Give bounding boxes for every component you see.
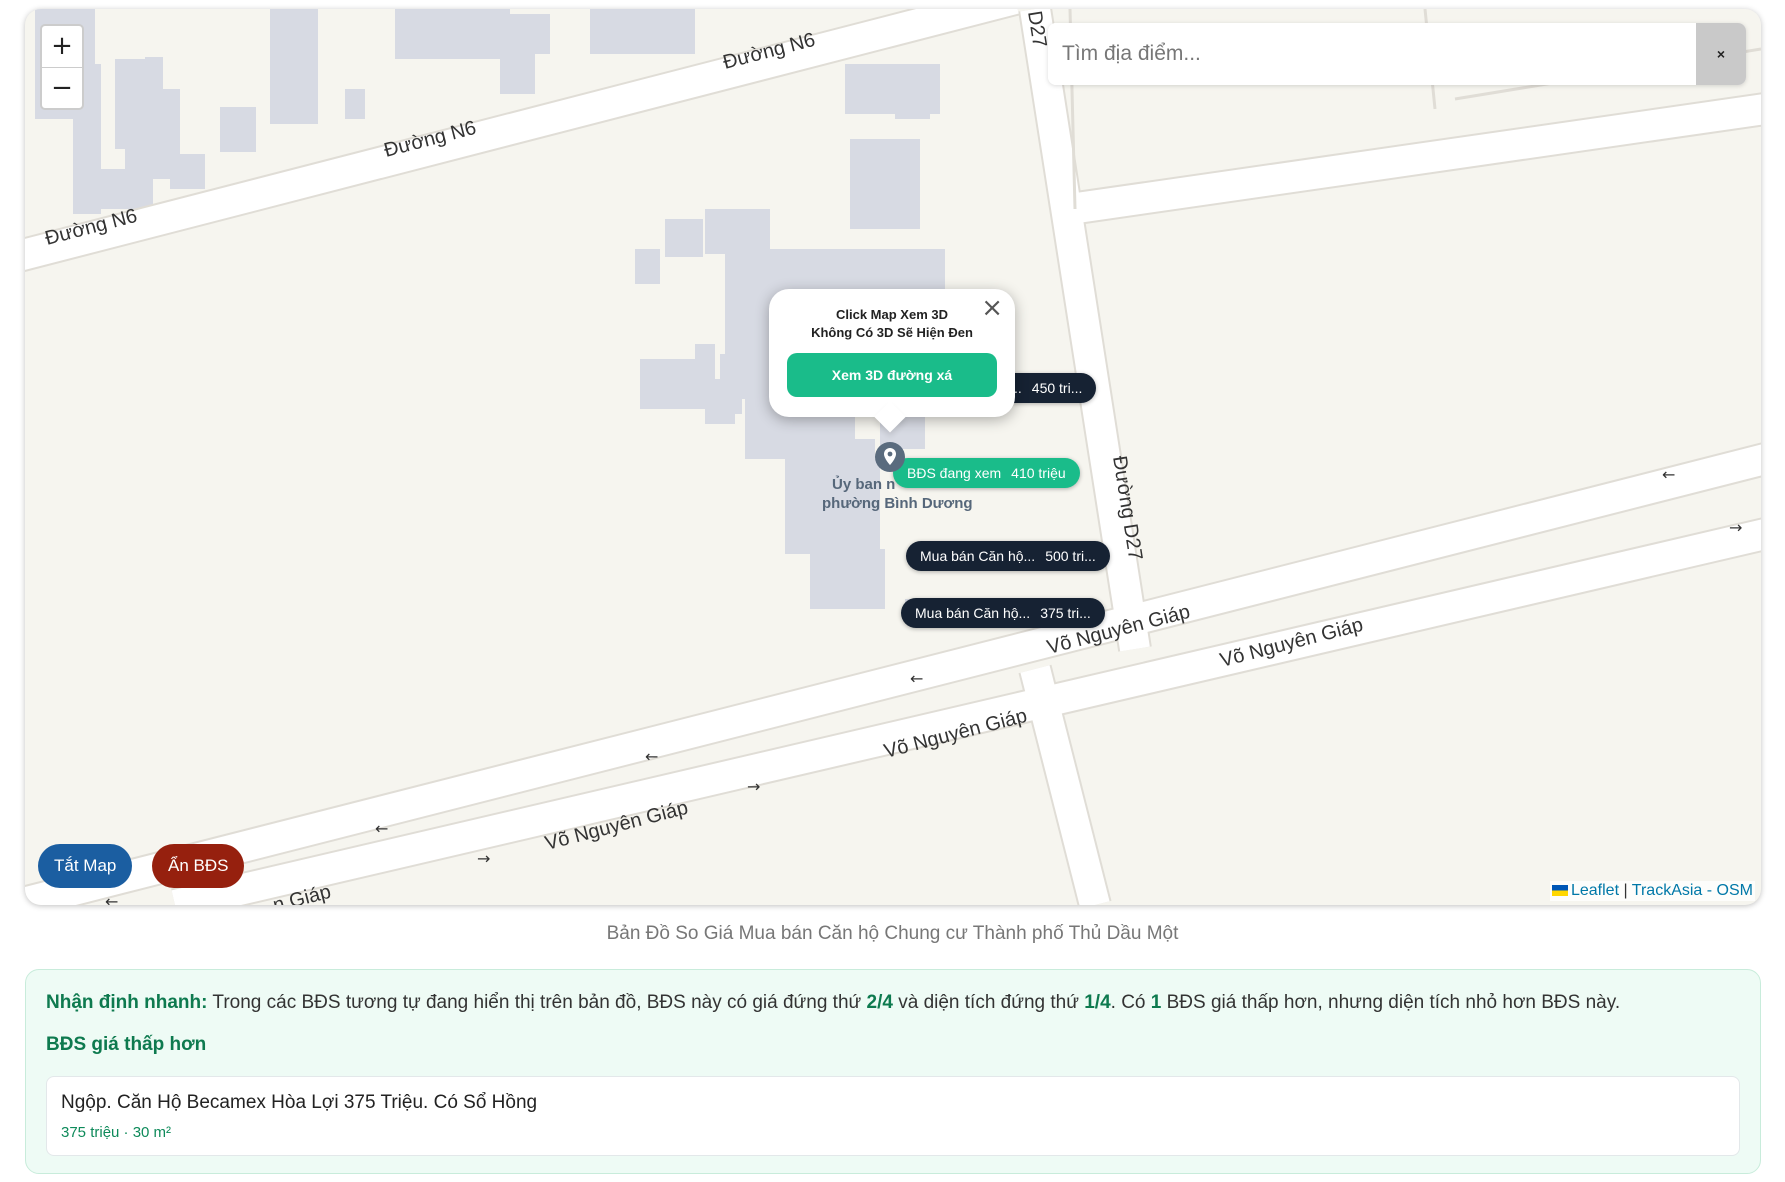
listing-title[interactable]: Ngộp. Căn Hộ Becamex Hòa Lợi 375 Triệu. … [61, 1092, 537, 1114]
search-box: × [1048, 23, 1746, 85]
quick-text: và diện tích đứng thứ [892, 992, 1085, 1013]
poi-label: phường Bình Dương [822, 495, 973, 512]
attribution-separator: | [1619, 882, 1632, 899]
listing-meta: 375 triệu · 30 m² [61, 1124, 172, 1141]
poi-label: Ủy ban n [832, 475, 895, 493]
svg-text:←: ← [105, 892, 118, 905]
svg-text:←: ← [375, 819, 388, 838]
marker-title: Mua bán Căn hộ... [915, 605, 1031, 621]
popup-text: Không Có 3D Sẽ Hiện Đen [811, 325, 973, 340]
ukraine-flag-icon [1551, 885, 1568, 897]
provider-link[interactable]: TrackAsia - OSM [1632, 882, 1753, 899]
quick-assessment-text: Nhận định nhanh: Trong các BĐS tương tự … [46, 992, 1620, 1014]
cheaper-count: 1 [1150, 992, 1162, 1013]
map-caption: Bản Đồ So Giá Mua bán Căn hộ Chung cư Th… [606, 923, 1179, 944]
popup-text: Click Map Xem 3D [836, 307, 948, 322]
leaflet-link[interactable]: Leaflet [1571, 882, 1619, 899]
marker-title: .. [1014, 380, 1022, 396]
search-input[interactable] [1048, 23, 1696, 85]
zoom-in-button[interactable]: + [42, 26, 82, 67]
price-marker[interactable]: Mua bán Căn hộ... 375 tri... [901, 598, 1105, 628]
cheaper-section-title: BĐS giá thấp hơn [46, 1034, 207, 1055]
marker-title: Mua bán Căn hộ... [920, 548, 1036, 564]
price-marker[interactable]: Mua bán Căn hộ... 500 tri... [906, 541, 1110, 571]
quick-text: Trong các BĐS tương tự đang hiển thị trê… [207, 992, 867, 1013]
quick-text: BĐS giá thấp hơn, nhưng diện tích nhỏ hơ… [1161, 992, 1621, 1013]
map[interactable]: ← → ← ← → ← → ← Đường N6 Đường N6 Đường … [25, 9, 1761, 905]
view-3d-button[interactable]: Xem 3D đường xá [787, 353, 997, 397]
svg-text:→: → [477, 849, 490, 868]
svg-text:←: ← [1662, 465, 1675, 484]
hide-listings-button[interactable]: Ẩn BĐS [152, 844, 245, 888]
area-rank: 1/4 [1084, 992, 1111, 1013]
toggle-map-button[interactable]: Tắt Map [38, 844, 133, 888]
search-clear-button[interactable]: × [1696, 23, 1746, 85]
price-rank: 2/4 [866, 992, 893, 1013]
zoom-out-button[interactable]: − [42, 67, 82, 108]
location-pin-icon[interactable] [874, 441, 906, 473]
marker-price: 450 tri... [1031, 380, 1083, 396]
price-marker-current[interactable]: BĐS đang xem 410 triệu [893, 458, 1080, 488]
svg-text:←: ← [645, 747, 658, 766]
listing-card[interactable]: Ngộp. Căn Hộ Becamex Hòa Lợi 375 Triệu. … [46, 1076, 1740, 1156]
zoom-control: + − [40, 24, 84, 110]
marker-price: 375 tri... [1040, 605, 1091, 621]
marker-title: BĐS đang xem [907, 465, 1002, 481]
attribution: Leaflet | TrackAsia - OSM [1549, 881, 1755, 901]
quick-text: . Có [1110, 992, 1151, 1013]
quick-assessment-panel: Nhận định nhanh: Trong các BĐS tương tự … [25, 969, 1761, 1174]
svg-text:→: → [1729, 518, 1742, 537]
quick-label: Nhận định nhanh: [46, 992, 208, 1013]
marker-price: 500 tri... [1045, 548, 1096, 564]
svg-text:←: ← [910, 669, 923, 688]
marker-price: 410 triệu [1011, 465, 1066, 481]
popup-close-button[interactable]: × [981, 293, 1003, 323]
map-popup: × Click Map Xem 3D Không Có 3D Sẽ Hiện Đ… [769, 289, 1015, 433]
svg-text:→: → [747, 777, 760, 796]
